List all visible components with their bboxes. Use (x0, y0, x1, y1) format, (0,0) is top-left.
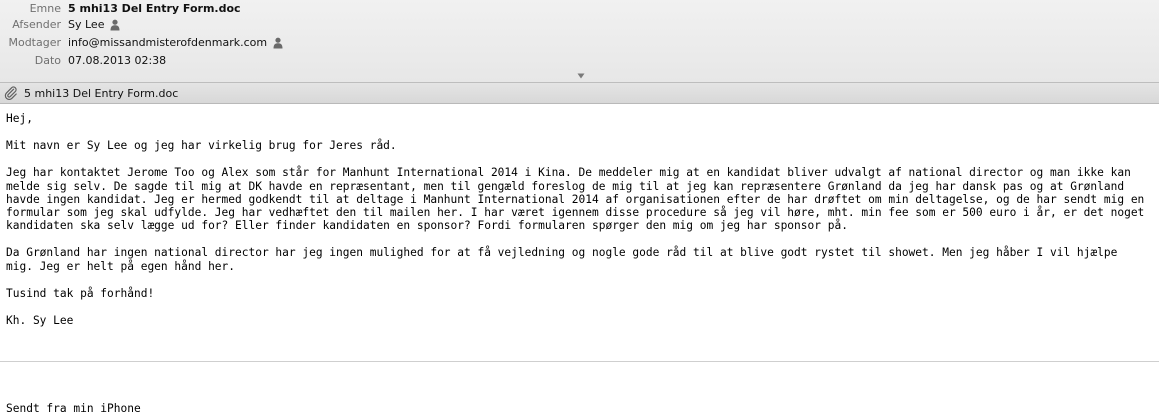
message-body: Hej, Mit navn er Sy Lee og jeg har virke… (6, 112, 1146, 341)
from-value[interactable]: Sy Lee (68, 16, 104, 34)
paragraph-intro: Mit navn er Sy Lee og jeg har virkelig b… (6, 139, 397, 153)
to-row: Modtager info@missandmisterofdenmark.com (0, 34, 1159, 52)
paperclip-icon (4, 86, 17, 100)
from-row: Afsender Sy Lee (0, 16, 1159, 34)
date-value: 07.08.2013 02:38 (68, 54, 167, 67)
attachment-bar[interactable]: 5 mhi13 Del Entry Form.doc (0, 83, 1159, 104)
person-icon[interactable] (273, 37, 283, 49)
to-label: Modtager (8, 36, 61, 49)
date-label: Dato (34, 54, 61, 67)
thanks-line: Tusind tak på forhånd! (6, 286, 155, 300)
expand-header-icon[interactable] (576, 72, 586, 80)
date-row: Dato 07.08.2013 02:38 (0, 52, 1159, 70)
greeting: Hej, (6, 112, 33, 125)
from-field[interactable]: Sy Lee (68, 16, 120, 34)
closing-line: Kh. Sy Lee (6, 314, 74, 328)
signature-divider (0, 361, 1159, 362)
signature-line: Sendt fra min iPhone (6, 402, 141, 415)
paragraph-main: Jeg har kontaktet Jerome Too og Alex som… (6, 166, 1152, 233)
to-value[interactable]: info@missandmisterofdenmark.com (68, 34, 267, 52)
message-header: Emne 5 mhi13 Del Entry Form.doc Afsender… (0, 0, 1159, 83)
from-label: Afsender (12, 18, 61, 31)
person-icon[interactable] (110, 19, 120, 31)
paragraph-request: Da Grønland har ingen national director … (6, 246, 1125, 273)
to-field[interactable]: info@missandmisterofdenmark.com (68, 34, 283, 52)
attachment-name[interactable]: 5 mhi13 Del Entry Form.doc (24, 87, 178, 100)
